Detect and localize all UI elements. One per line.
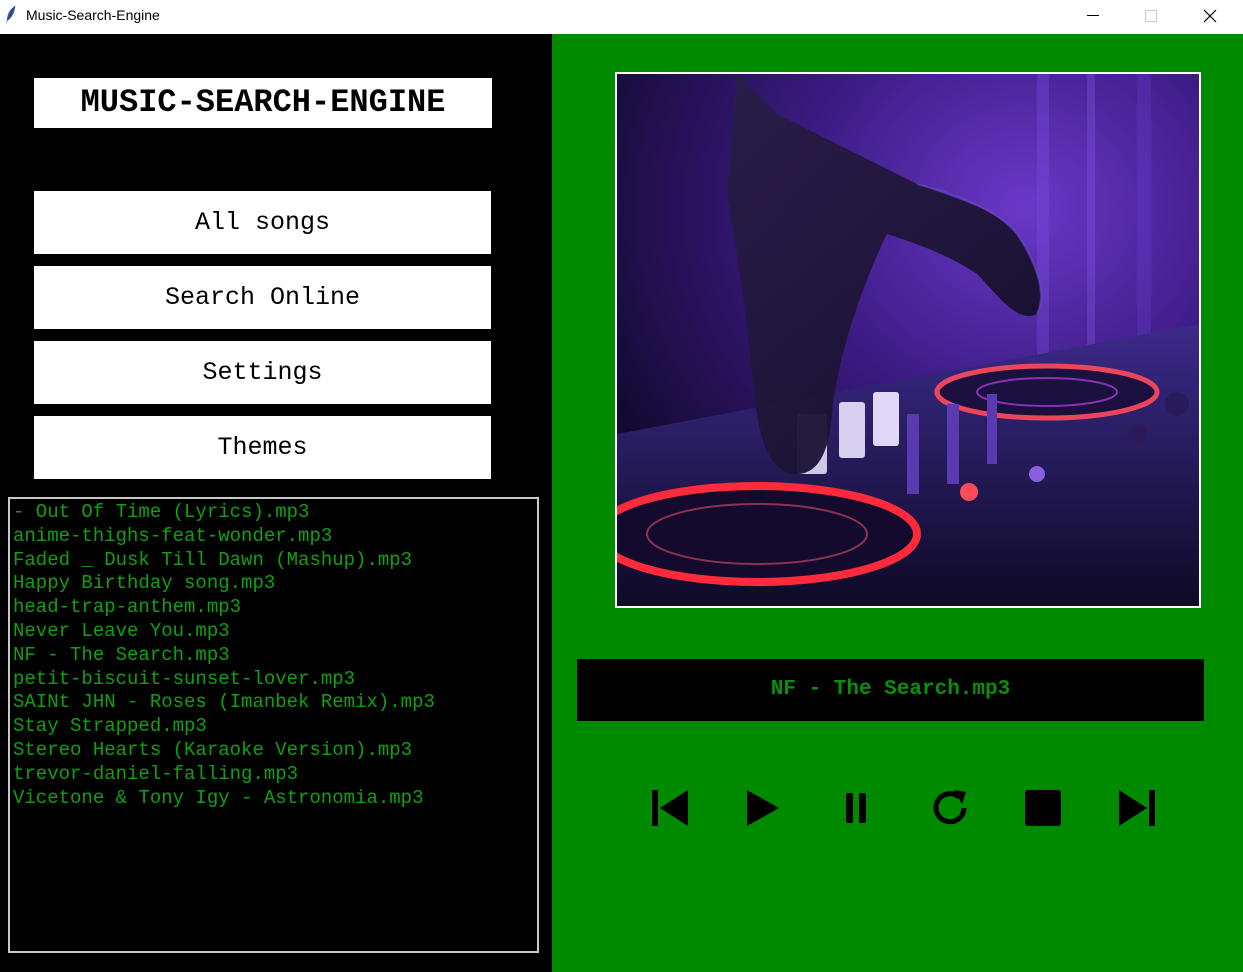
list-item[interactable]: head-trap-anthem.mp3: [13, 596, 537, 620]
list-item[interactable]: Happy Birthday song.mp3: [13, 572, 537, 596]
previous-button[interactable]: [648, 786, 692, 830]
all-songs-button[interactable]: All songs: [34, 191, 491, 254]
repeat-button[interactable]: [928, 786, 972, 830]
window-title: Music-Search-Engine: [26, 7, 160, 23]
now-playing-label: NF - The Search.mp3: [577, 659, 1204, 721]
stop-icon: [1025, 790, 1061, 826]
next-icon: [1119, 790, 1155, 826]
list-item[interactable]: anime-thighs-feat-wonder.mp3: [13, 525, 537, 549]
song-listbox[interactable]: - Out Of Time (Lyrics).mp3 anime-thighs-…: [8, 497, 539, 953]
play-icon: [747, 790, 779, 826]
list-item[interactable]: NF - The Search.mp3: [13, 644, 537, 668]
list-item[interactable]: Faded _ Dusk Till Dawn (Mashup).mp3: [13, 549, 537, 573]
list-item[interactable]: SAINt JHN - Roses (Imanbek Remix).mp3: [13, 691, 537, 715]
play-button[interactable]: [741, 786, 785, 830]
maximize-button[interactable]: [1122, 0, 1180, 30]
list-item[interactable]: petit-biscuit-sunset-lover.mp3: [13, 668, 537, 692]
app-logo-title: MUSIC-SEARCH-ENGINE: [34, 78, 492, 128]
previous-icon: [652, 790, 688, 826]
themes-button[interactable]: Themes: [34, 416, 491, 479]
stop-button[interactable]: [1021, 786, 1065, 830]
feather-icon: [4, 5, 18, 25]
maximize-icon: [1145, 10, 1157, 22]
close-button[interactable]: [1181, 0, 1239, 30]
pause-icon: [846, 793, 866, 823]
window-titlebar: Music-Search-Engine: [0, 0, 1243, 34]
album-art-image: [615, 72, 1201, 608]
settings-button[interactable]: Settings: [34, 341, 491, 404]
search-online-button[interactable]: Search Online: [34, 266, 491, 329]
pause-button[interactable]: [834, 786, 878, 830]
close-icon: [1203, 9, 1217, 23]
minimize-icon: [1087, 15, 1099, 16]
list-item[interactable]: - Out Of Time (Lyrics).mp3: [13, 501, 537, 525]
minimize-button[interactable]: [1064, 0, 1122, 30]
list-item[interactable]: Stay Strapped.mp3: [13, 715, 537, 739]
list-item[interactable]: Stereo Hearts (Karaoke Version).mp3: [13, 739, 537, 763]
sidebar-panel: MUSIC-SEARCH-ENGINE All songs Search Onl…: [0, 34, 552, 972]
list-item[interactable]: Vicetone & Tony Igy - Astronomia.mp3: [13, 787, 537, 811]
player-panel: NF - The Search.mp3: [552, 34, 1243, 972]
list-item[interactable]: Never Leave You.mp3: [13, 620, 537, 644]
list-item[interactable]: trevor-daniel-falling.mp3: [13, 763, 537, 787]
repeat-icon: [933, 790, 967, 825]
next-button[interactable]: [1115, 786, 1159, 830]
